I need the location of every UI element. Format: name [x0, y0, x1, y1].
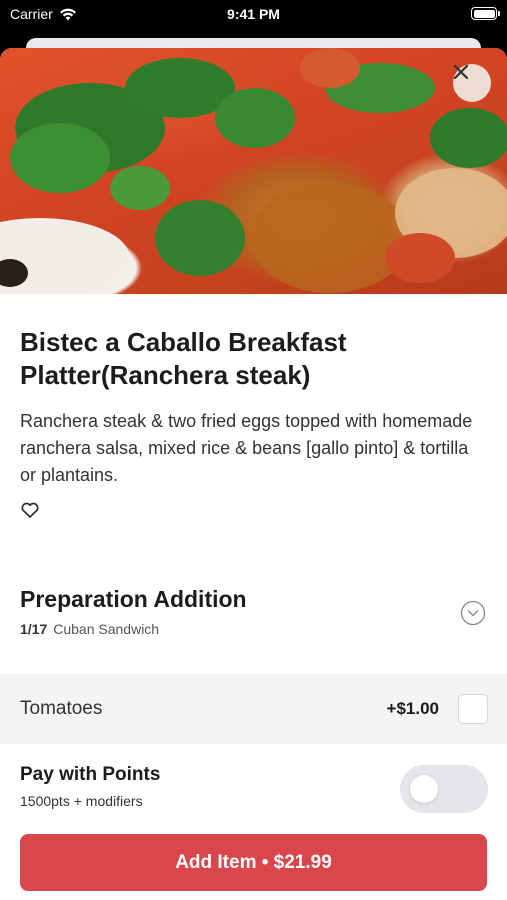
modifier-group-item: Cuban Sandwich: [53, 621, 160, 637]
close-button[interactable]: [453, 64, 491, 102]
modifier-option-row[interactable]: Tomatoes +$1.00: [0, 674, 507, 744]
modifier-group-count: 1/17: [20, 621, 48, 637]
toggle-knob: [410, 775, 438, 803]
status-time: 9:41 PM: [227, 6, 280, 22]
item-photo: [0, 48, 507, 294]
footer: Pay with Points 1500pts + modifiers Add …: [0, 744, 507, 900]
points-subtitle: 1500pts + modifiers: [20, 793, 143, 809]
option-price: +$1.00: [386, 699, 439, 718]
modifier-group-subtitle: 1/17 Cuban Sandwich: [20, 621, 159, 637]
option-checkbox[interactable]: [458, 694, 488, 724]
points-title: Pay with Points: [20, 764, 161, 785]
points-toggle[interactable]: [400, 765, 488, 813]
item-title: Bistec a Caballo Breakfast Platter(Ranch…: [20, 327, 347, 390]
close-icon: [453, 64, 469, 80]
battery-icon: [471, 7, 500, 20]
heart-icon[interactable]: [20, 500, 40, 520]
food-illustration: [0, 48, 507, 294]
status-bar: Carrier 9:41 PM: [0, 0, 507, 28]
add-item-button[interactable]: Add Item • $21.99: [20, 834, 487, 891]
modifier-group-title: Preparation Addition: [20, 586, 247, 612]
option-label: Tomatoes: [20, 698, 103, 719]
item-description: Ranchera steak & two fried eggs topped w…: [20, 411, 473, 485]
chevron-down-icon[interactable]: [460, 600, 486, 626]
item-detail-sheet: Bistec a Caballo Breakfast Platter(Ranch…: [0, 48, 507, 900]
